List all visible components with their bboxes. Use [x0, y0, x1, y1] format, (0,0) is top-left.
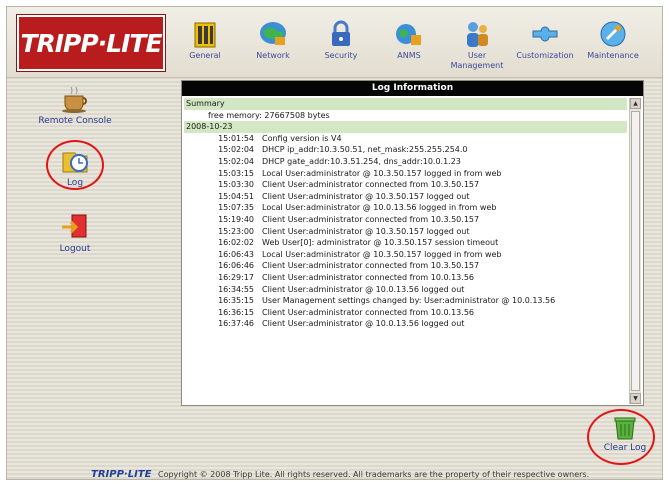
log-entry: 16:06:43 Local User:administrator @ 10.3.…: [184, 249, 627, 261]
logout-icon: [62, 214, 87, 238]
log-entry-message: Local User:administrator @ 10.0.13.56 lo…: [262, 203, 497, 213]
coffee-cup-icon: [62, 86, 87, 113]
nav-label: General: [189, 51, 221, 60]
log-entry: 16:06:46 Client User:administrator connec…: [184, 260, 627, 272]
log-scrollbar[interactable]: ▲ ▼: [629, 98, 641, 404]
log-entry-time: 15:23:00: [218, 226, 254, 236]
log-entry: 15:19:40 Client User:administrator connec…: [184, 214, 627, 226]
log-entry-time: 15:07:35: [218, 203, 254, 213]
log-entry-time: 15:02:04: [218, 156, 254, 166]
log-entry-message: Web User[0]: administrator @ 10.3.50.157…: [262, 238, 499, 248]
log-highlight-circle: [46, 140, 104, 190]
main-frame: TRIPP·LITE General Network Security ANMS…: [6, 6, 663, 480]
log-entry-message: DHCP ip_addr:10.3.50.51, net_mask:255.25…: [262, 145, 468, 155]
log-entry-message: Client User:administrator connected from…: [262, 180, 480, 190]
nav-label: ANMS: [397, 51, 421, 60]
log-entry-message: Local User:administrator @ 10.3.50.157 l…: [262, 168, 502, 178]
log-entry-message: Client User:administrator @ 10.3.50.157 …: [262, 226, 470, 236]
nav-item-maintenance[interactable]: Maintenance: [579, 19, 647, 61]
log-entry: 15:03:15 Local User:administrator @ 10.3.…: [184, 168, 627, 180]
log-entry-message: Client User:administrator @ 10.0.13.56 l…: [262, 319, 465, 329]
log-entry-time: 16:29:17: [218, 272, 254, 282]
log-entry-time: 15:03:30: [218, 180, 254, 190]
log-entry-message: DHCP gate_addr:10.3.51.254, dns_addr:10.…: [262, 156, 461, 166]
nav-item-security[interactable]: Security: [307, 19, 375, 61]
user-management-icon: [467, 22, 488, 47]
log-panel: Log Information Summary free memory: 276…: [181, 80, 644, 406]
log-entry-time: 15:04:51: [218, 191, 254, 201]
log-entry: 15:23:00 Client User:administrator @ 10.3…: [184, 226, 627, 238]
nav-label: Maintenance: [587, 51, 639, 60]
log-list: Summary free memory: 27667508 bytes 2008…: [184, 98, 627, 404]
log-entry-message: Config version is V4: [262, 133, 342, 143]
log-entry: 15:02:04 DHCP ip_addr:10.3.50.51, net_mas…: [184, 144, 627, 156]
log-entry-message: Client User:administrator @ 10.3.50.157 …: [262, 191, 470, 201]
nav-item-general[interactable]: General: [171, 19, 239, 61]
log-entry: 16:29:17 Client User:administrator connec…: [184, 272, 627, 284]
customization-icon: [532, 26, 558, 42]
sidebar-item-logout[interactable]: Logout: [47, 213, 103, 254]
log-entry: 15:01:54 Config version is V4: [184, 133, 627, 145]
nav-item-anms[interactable]: ANMS: [375, 19, 443, 61]
log-entry-time: 15:02:04: [218, 145, 254, 155]
log-entry: 15:07:35 Local User:administrator @ 10.0.…: [184, 202, 627, 214]
log-entry-message: Local User:administrator @ 10.3.50.157 l…: [262, 249, 502, 259]
anms-icon: [396, 24, 421, 45]
log-entry: 15:04:51 Client User:administrator @ 10.3…: [184, 191, 627, 203]
scroll-thumb[interactable]: [631, 111, 640, 391]
log-entry-message: Client User:administrator connected from…: [262, 272, 474, 282]
security-icon: [332, 20, 350, 46]
log-entry: 16:37:46 Client User:administrator @ 10.0…: [184, 318, 627, 330]
summary-header: Summary: [184, 98, 627, 110]
log-entry-time: 16:06:46: [218, 261, 254, 271]
log-entry: 16:34:55 Client User:administrator @ 10.0…: [184, 284, 627, 296]
sidebar-label: Logout: [59, 244, 91, 254]
log-entry-time: 15:01:54: [218, 133, 254, 143]
nav-item-network[interactable]: Network: [239, 19, 307, 61]
maintenance-icon: [600, 21, 626, 47]
footer: TRIPP·LITE Copyright © 2008 Tripp Lite. …: [91, 469, 651, 483]
footer-logo: TRIPP·LITE: [91, 469, 152, 480]
date-header: 2008-10-23: [184, 121, 627, 133]
log-entry-time: 16:06:43: [218, 249, 254, 259]
top-bar: TRIPP·LITE General Network Security ANMS…: [7, 7, 662, 78]
copyright-text: Copyright © 2008 Tripp Lite. All rights …: [158, 470, 590, 479]
log-entry-time: 16:37:46: [218, 319, 254, 329]
nav-label: Customization: [516, 51, 574, 60]
nav-label: User Management: [450, 51, 504, 70]
nav-item-user-management[interactable]: User Management: [443, 19, 511, 71]
log-entry-message: Client User:administrator connected from…: [262, 307, 474, 317]
free-memory-line: free memory: 27667508 bytes: [208, 110, 330, 120]
nav-item-customization[interactable]: Customization: [511, 19, 579, 61]
log-entry: 15:03:30 Client User:administrator connec…: [184, 179, 627, 191]
scroll-down-button[interactable]: ▼: [630, 393, 641, 404]
log-entry-message: User Management settings changed by: Use…: [262, 296, 556, 306]
log-entry-time: 15:19:40: [218, 214, 254, 224]
log-entry-time: 16:34:55: [218, 284, 254, 294]
log-entry: 15:02:04 DHCP gate_addr:10.3.51.254, dns_…: [184, 156, 627, 168]
log-entry-message: Client User:administrator @ 10.0.13.56 l…: [262, 284, 465, 294]
log-entry-time: 16:02:02: [218, 238, 254, 248]
log-entry-message: Client User:administrator connected from…: [262, 261, 480, 271]
logo-text: TRIPP·LITE: [20, 28, 162, 58]
log-entry: 16:02:02 Web User[0]: administrator @ 10.…: [184, 237, 627, 249]
log-entry: 16:35:15 User Management settings changed…: [184, 295, 627, 307]
clear-log-highlight-circle: [587, 409, 655, 465]
nav-label: Security: [324, 51, 358, 60]
sidebar-item-remote-console[interactable]: Remote Console: [25, 85, 125, 126]
scroll-up-button[interactable]: ▲: [630, 98, 641, 109]
nav-label: Network: [256, 51, 290, 60]
log-entry: 16:36:15 Client User:administrator connec…: [184, 307, 627, 319]
network-icon: [260, 22, 286, 45]
sidebar-label: Remote Console: [38, 116, 112, 126]
panel-title: Log Information: [182, 81, 643, 96]
tripp-lite-logo: TRIPP·LITE: [17, 15, 165, 71]
log-entry-message: Client User:administrator connected from…: [262, 214, 480, 224]
log-entry-time: 16:36:15: [218, 307, 254, 317]
general-icon: [194, 22, 216, 48]
log-entry-time: 16:35:15: [218, 296, 254, 306]
log-entry-time: 15:03:15: [218, 168, 254, 178]
